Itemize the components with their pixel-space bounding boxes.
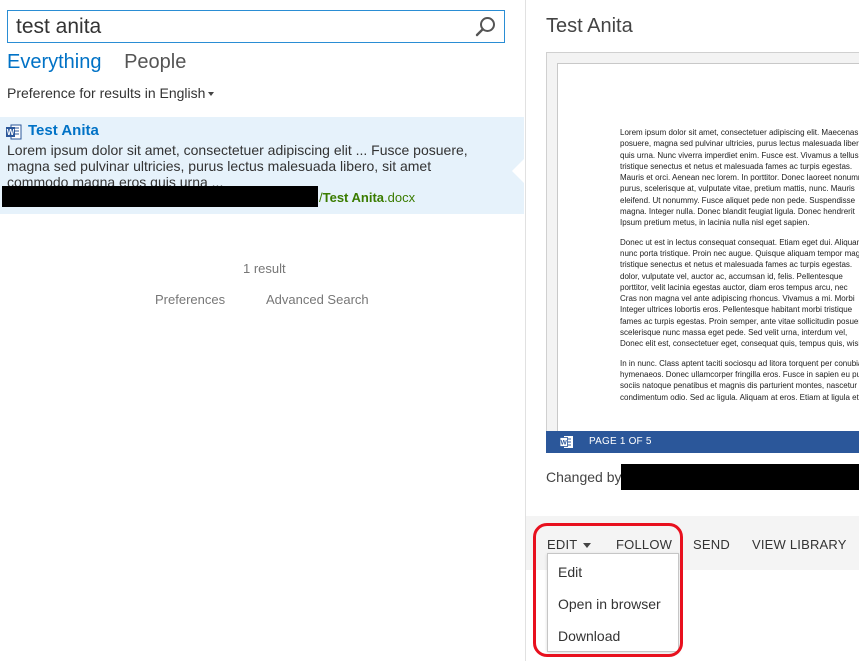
document-line: In in nunc. Class aptent taciti sociosqu…	[620, 358, 859, 368]
document-paragraph: Donec ut est in lectus consequat consequ…	[620, 237, 859, 350]
document-line: magna. Integer nulla. Donec blandit feug…	[620, 207, 855, 217]
document-text: Lorem ipsum dolor sit amet, consectetuer…	[620, 127, 859, 411]
edit-label: EDIT	[547, 537, 578, 552]
document-line: condimentum odio. Sed ac ligula. Aliquam…	[620, 392, 859, 402]
edit-dropdown-menu: Edit Open in browser Download	[547, 553, 679, 652]
redacted-url-block	[2, 186, 318, 207]
document-line: tristique senectus et netus et malesuada…	[620, 161, 853, 171]
svg-text:W: W	[561, 440, 568, 447]
document-line: Ipsum pretium metus, in lacinia nulla ni…	[620, 218, 810, 228]
document-line: hymenaeos. Donec ullamcorper fringilla e…	[620, 369, 859, 379]
document-paragraph: In in nunc. Class aptent taciti sociosqu…	[620, 358, 859, 403]
preview-status-bar: W PAGE 1 OF 5	[546, 431, 859, 453]
result-title-link[interactable]: Test Anita	[28, 122, 99, 139]
send-button[interactable]: SEND	[693, 537, 730, 552]
result-pointer-arrow	[512, 159, 524, 183]
search-verticals: Everything People	[7, 51, 203, 74]
document-line: fames ac turpis egestas. Proin semper, a…	[620, 316, 859, 326]
document-line: posuere, magna sed pulvinar ultricies, p…	[620, 139, 859, 149]
document-line: Mauris et orci. Aenean nec lorem. In por…	[620, 173, 859, 183]
document-line: tristique senectus et netus et malesuada…	[620, 260, 853, 270]
language-preference: Preference for results in English	[7, 85, 215, 101]
document-line: quis urna. Nunc viverra imperdiet enim. …	[620, 150, 859, 160]
menu-item-open-in-browser[interactable]: Open in browser	[558, 596, 661, 612]
language-dropdown[interactable]: English	[160, 85, 215, 101]
document-line: porttitor, velit lacinia egestas auctor,…	[620, 282, 848, 292]
vertical-people[interactable]: People	[124, 51, 186, 73]
document-paragraph: Lorem ipsum dolor sit amet, consectetuer…	[620, 127, 859, 229]
redacted-author-block	[621, 464, 859, 490]
search-icon[interactable]	[474, 15, 498, 39]
search-input[interactable]	[8, 11, 476, 42]
url-extension: .docx	[384, 190, 416, 205]
document-line: nunc porta tristique. Proin nec augue. Q…	[620, 248, 859, 258]
search-box	[7, 10, 505, 43]
document-line: Lorem ipsum dolor sit amet, consectetuer…	[620, 128, 859, 137]
document-line: purus, scelerisque at, vulputate vitae, …	[620, 184, 855, 194]
chevron-down-icon	[208, 92, 215, 97]
summary-line: magna sed pulvinar ultricies, purus lect…	[7, 158, 432, 174]
summary-line: Lorem ipsum dolor sit amet, consectetuer…	[7, 142, 468, 158]
page-indicator: PAGE 1 OF 5	[589, 436, 652, 447]
changed-by-label: Changed by	[546, 469, 622, 485]
language-value: English	[159, 85, 206, 101]
document-line: Integer ultrices lobortis eros. Pellente…	[620, 305, 853, 315]
document-line: dolor, vulputate vel, auctor ac, accumsa…	[620, 271, 843, 281]
result-summary: Lorem ipsum dolor sit amet, consectetuer…	[7, 142, 507, 190]
document-line: eleifend. Ut nonummy. Fusce aliquet pede…	[620, 195, 856, 205]
word-document-icon: W	[6, 124, 22, 140]
menu-item-edit[interactable]: Edit	[558, 564, 582, 580]
preference-label: Preference for results in	[7, 85, 156, 101]
svg-text:W: W	[7, 128, 15, 137]
preview-title: Test Anita	[546, 15, 633, 37]
document-line: Cras non magna vel ante adipiscing rhonc…	[620, 294, 855, 304]
menu-item-download[interactable]: Download	[558, 628, 620, 644]
result-url[interactable]: /Test Anita.docx	[319, 190, 415, 205]
document-line: Donec ut est in lectus consequat consequ…	[620, 237, 859, 247]
view-library-button[interactable]: VIEW LIBRARY	[752, 537, 847, 552]
document-line: Donec elit est, consectetuer eget, conse…	[620, 339, 859, 349]
word-logo-icon: W	[560, 436, 573, 448]
vertical-everything[interactable]: Everything	[7, 51, 102, 73]
chevron-down-icon	[583, 543, 592, 549]
advanced-search-link[interactable]: Advanced Search	[266, 292, 369, 307]
document-preview[interactable]: Lorem ipsum dolor sit amet, consectetuer…	[546, 52, 859, 453]
preferences-link[interactable]: Preferences	[155, 292, 225, 307]
result-count: 1 result	[243, 261, 286, 276]
edit-dropdown-button[interactable]: EDIT	[547, 537, 592, 552]
document-line: sociis natoque penatibus et magnis dis p…	[620, 381, 858, 391]
document-line: scelerisque nunc massa eget pede. Sed ve…	[620, 328, 848, 338]
follow-button[interactable]: FOLLOW	[616, 537, 672, 552]
url-filename: Test Anita	[322, 190, 385, 205]
document-page: Lorem ipsum dolor sit amet, consectetuer…	[557, 63, 859, 452]
